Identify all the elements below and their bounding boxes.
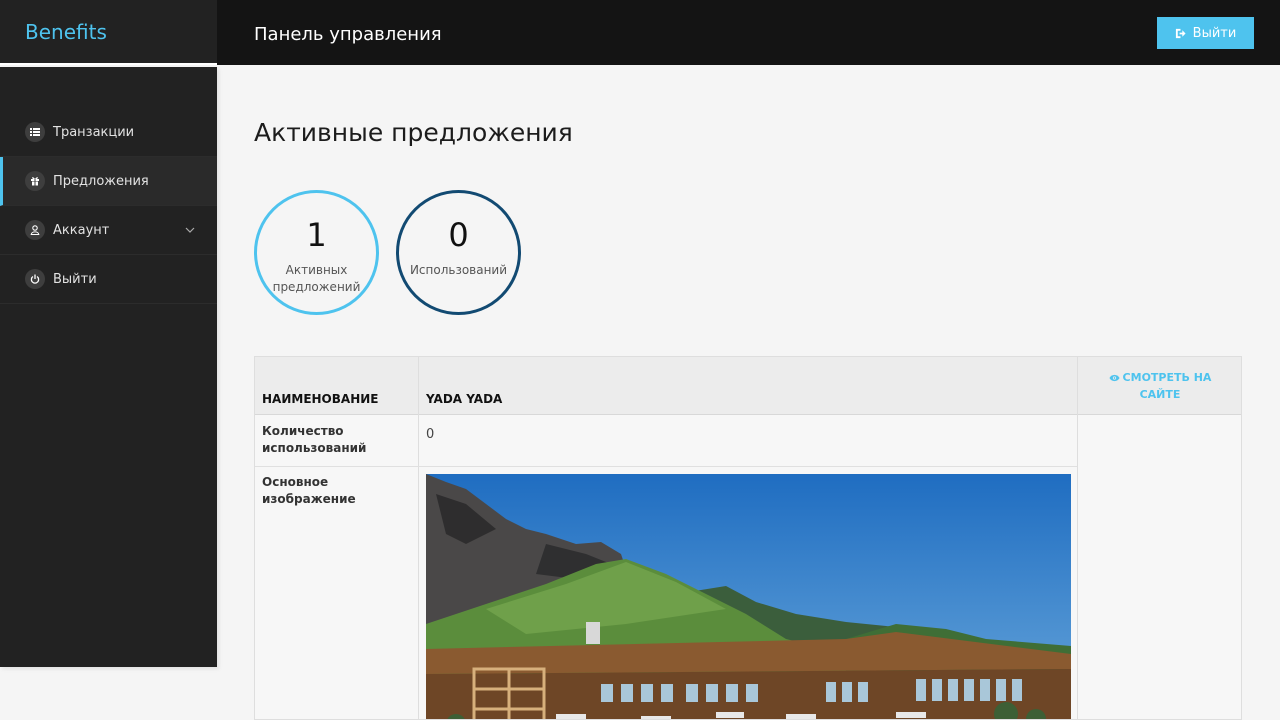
stat-value: 1 bbox=[306, 216, 327, 254]
sidebar-item-logout[interactable]: Выйти bbox=[0, 255, 217, 304]
page-title: Активные предложения bbox=[254, 118, 573, 147]
sidebar-item-label: Аккаунт bbox=[53, 222, 110, 238]
offer-table: НАИМЕНОВАНИЕ YADA YADA СМОТРЕТЬ НА САЙТЕ… bbox=[254, 356, 1242, 720]
sidebar-item-transactions[interactable]: Транзакции bbox=[0, 108, 217, 157]
power-icon bbox=[25, 269, 45, 289]
stat-value: 0 bbox=[448, 216, 469, 254]
table-header-offer: YADA YADA bbox=[419, 357, 1078, 415]
row-label-usage-count: Количество использований bbox=[262, 424, 367, 455]
view-on-site-label: СМОТРЕТЬ НА САЙТЕ bbox=[1122, 370, 1212, 401]
row-divider bbox=[255, 466, 1077, 467]
logout-button-label: Выйти bbox=[1192, 25, 1237, 41]
usages-stat: 0 Использований bbox=[396, 190, 521, 315]
sidebar: Транзакции Предложения Аккаунт Выйти bbox=[0, 67, 217, 667]
row-label-main-image: Основное изображение bbox=[262, 475, 356, 506]
sidebar-item-offers[interactable]: Предложения bbox=[0, 157, 217, 206]
top-bar: Панель управления Выйти bbox=[217, 0, 1280, 65]
stat-caption: Активных предложений bbox=[272, 263, 361, 294]
offer-name: YADA YADA bbox=[426, 392, 503, 406]
chevron-down-icon bbox=[185, 227, 195, 233]
gift-icon bbox=[25, 171, 45, 191]
brand-name: Benefits bbox=[25, 20, 107, 44]
view-on-site-link[interactable]: СМОТРЕТЬ НА САЙТЕ bbox=[1078, 357, 1241, 415]
sidebar-item-account[interactable]: Аккаунт bbox=[0, 206, 217, 255]
user-icon bbox=[25, 220, 45, 240]
table-header-name: НАИМЕНОВАНИЕ bbox=[255, 357, 419, 415]
row-value-usage-count: 0 bbox=[426, 427, 435, 442]
sidebar-item-label: Выйти bbox=[53, 271, 97, 287]
logout-button[interactable]: Выйти bbox=[1157, 17, 1254, 49]
sign-out-icon bbox=[1175, 28, 1186, 38]
offer-main-image bbox=[426, 474, 1071, 719]
sidebar-item-label: Транзакции bbox=[53, 124, 135, 140]
active-offers-stat: 1 Активных предложений bbox=[254, 190, 379, 315]
brand-logo[interactable]: Benefits bbox=[0, 0, 217, 65]
mountain-lodge-photo bbox=[426, 474, 1071, 719]
stat-caption: Использований bbox=[409, 263, 508, 277]
eye-icon bbox=[1109, 374, 1120, 381]
list-icon bbox=[25, 122, 45, 142]
sidebar-item-label: Предложения bbox=[53, 173, 149, 189]
column-header: НАИМЕНОВАНИЕ bbox=[262, 392, 379, 406]
page-header-title: Панель управления bbox=[254, 24, 442, 45]
